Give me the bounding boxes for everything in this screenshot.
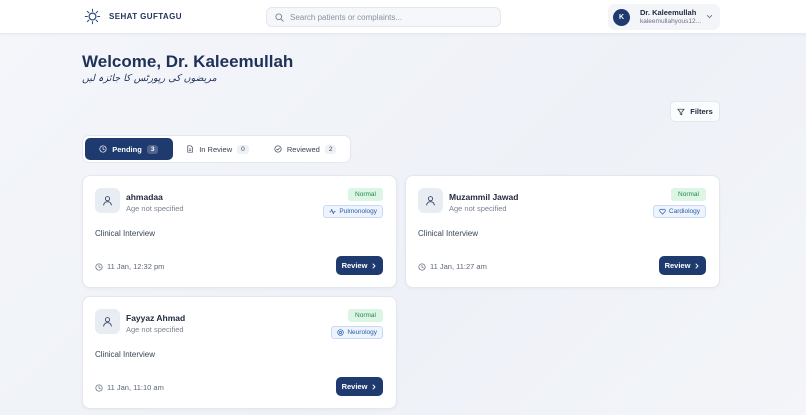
user-menu[interactable]: K Dr. Kaleemullah kaleemullahyous12... xyxy=(608,4,720,30)
clock-icon xyxy=(99,145,107,153)
tab-pending[interactable]: Pending 3 xyxy=(85,138,173,160)
page-subtitle: مریضوں کی رپورٹس کا جائزہ لیں xyxy=(82,73,217,84)
patient-avatar xyxy=(95,188,120,213)
consultation-type: Clinical Interview xyxy=(418,229,479,238)
app-name: SEHAT GUFTAGU xyxy=(109,12,182,21)
department-label: Pulmonology xyxy=(339,208,377,215)
pulse-icon xyxy=(329,208,336,215)
timestamp-text: 11 Jan, 11:10 am xyxy=(107,383,164,392)
status-badge: Normal xyxy=(671,188,706,201)
chevron-right-icon xyxy=(372,263,376,268)
user-name: Dr. Kaleemullah xyxy=(640,7,697,17)
timestamp: 11 Jan, 11:27 am xyxy=(418,262,487,271)
patient-age: Age not specified xyxy=(126,325,184,334)
department-badge: Cardiology xyxy=(652,205,706,218)
tab-reviewed[interactable]: Reviewed 2 xyxy=(262,138,348,160)
app-logo[interactable]: SEHAT GUFTAGU xyxy=(84,8,182,25)
patient-name: Muzammil Jawad xyxy=(449,192,519,202)
patient-name: Fayyaz Ahmad xyxy=(126,313,186,323)
avatar: K xyxy=(613,8,630,26)
top-header: SEHAT GUFTAGU K Dr. Kaleemullah kaleemul… xyxy=(0,0,806,34)
filters-button[interactable]: Filters xyxy=(670,101,720,122)
patient-age: Age not specified xyxy=(449,204,507,213)
search-input[interactable] xyxy=(290,12,490,22)
user-email: kaleemullahyous12... xyxy=(640,17,702,25)
timestamp-text: 11 Jan, 12:32 pm xyxy=(107,262,165,271)
status-badge: Normal xyxy=(348,309,383,322)
chevron-right-icon xyxy=(695,263,699,268)
status-badge: Normal xyxy=(348,188,383,201)
tab-label: In Review xyxy=(199,144,233,154)
timestamp: 11 Jan, 11:10 am xyxy=(95,383,164,392)
department-badge: Neurology xyxy=(331,326,383,339)
review-label: Review xyxy=(341,261,368,270)
tab-label: Pending xyxy=(112,144,142,154)
patient-avatar xyxy=(95,309,120,334)
filter-icon xyxy=(677,108,685,115)
check-circle-icon xyxy=(274,145,282,153)
chevron-down-icon[interactable] xyxy=(706,13,713,20)
department-badge: Pulmonology xyxy=(323,205,383,218)
review-button[interactable]: Review xyxy=(336,256,383,275)
clock-icon xyxy=(95,383,103,392)
search-bar[interactable] xyxy=(266,7,501,27)
timestamp: 11 Jan, 12:32 pm xyxy=(95,262,164,271)
clock-icon xyxy=(95,262,103,271)
consultation-type: Clinical Interview xyxy=(95,350,156,359)
user-icon xyxy=(103,196,112,206)
tab-in-review[interactable]: In Review 0 xyxy=(173,138,263,160)
user-icon xyxy=(103,317,112,327)
user-icon xyxy=(426,196,435,206)
review-label: Review xyxy=(664,261,691,270)
consultation-type: Clinical Interview xyxy=(95,229,156,238)
review-button[interactable]: Review xyxy=(336,377,383,396)
filters-label: Filters xyxy=(690,107,713,116)
logo-icon xyxy=(84,8,101,25)
target-icon xyxy=(337,329,345,336)
heart-icon xyxy=(659,208,666,215)
tab-count: 3 xyxy=(146,144,159,154)
tab-label: Reviewed xyxy=(286,144,320,154)
patient-age: Age not specified xyxy=(126,204,184,213)
timestamp-text: 11 Jan, 11:27 am xyxy=(430,262,487,271)
tab-count: 0 xyxy=(237,144,249,154)
review-label: Review xyxy=(341,382,368,391)
patient-card[interactable]: ahmadaa Age not specified Normal Pulmono… xyxy=(82,175,397,288)
patient-card[interactable]: Fayyaz Ahmad Age not specified Normal Ne… xyxy=(82,296,397,409)
patient-card[interactable]: Muzammil Jawad Age not specified Normal … xyxy=(405,175,720,288)
document-icon xyxy=(187,145,193,153)
review-button[interactable]: Review xyxy=(659,256,706,275)
tab-count: 2 xyxy=(324,144,337,154)
patient-avatar xyxy=(418,188,443,213)
chevron-right-icon xyxy=(372,384,376,389)
page-title: Welcome, Dr. Kaleemullah xyxy=(82,52,294,71)
department-label: Cardiology xyxy=(668,208,700,215)
clock-icon xyxy=(418,262,426,271)
department-label: Neurology xyxy=(347,329,377,336)
status-tabs: Pending 3 In Review 0 Reviewed 2 xyxy=(82,135,351,163)
patient-name: ahmadaa xyxy=(126,192,163,202)
search-icon xyxy=(275,12,284,22)
